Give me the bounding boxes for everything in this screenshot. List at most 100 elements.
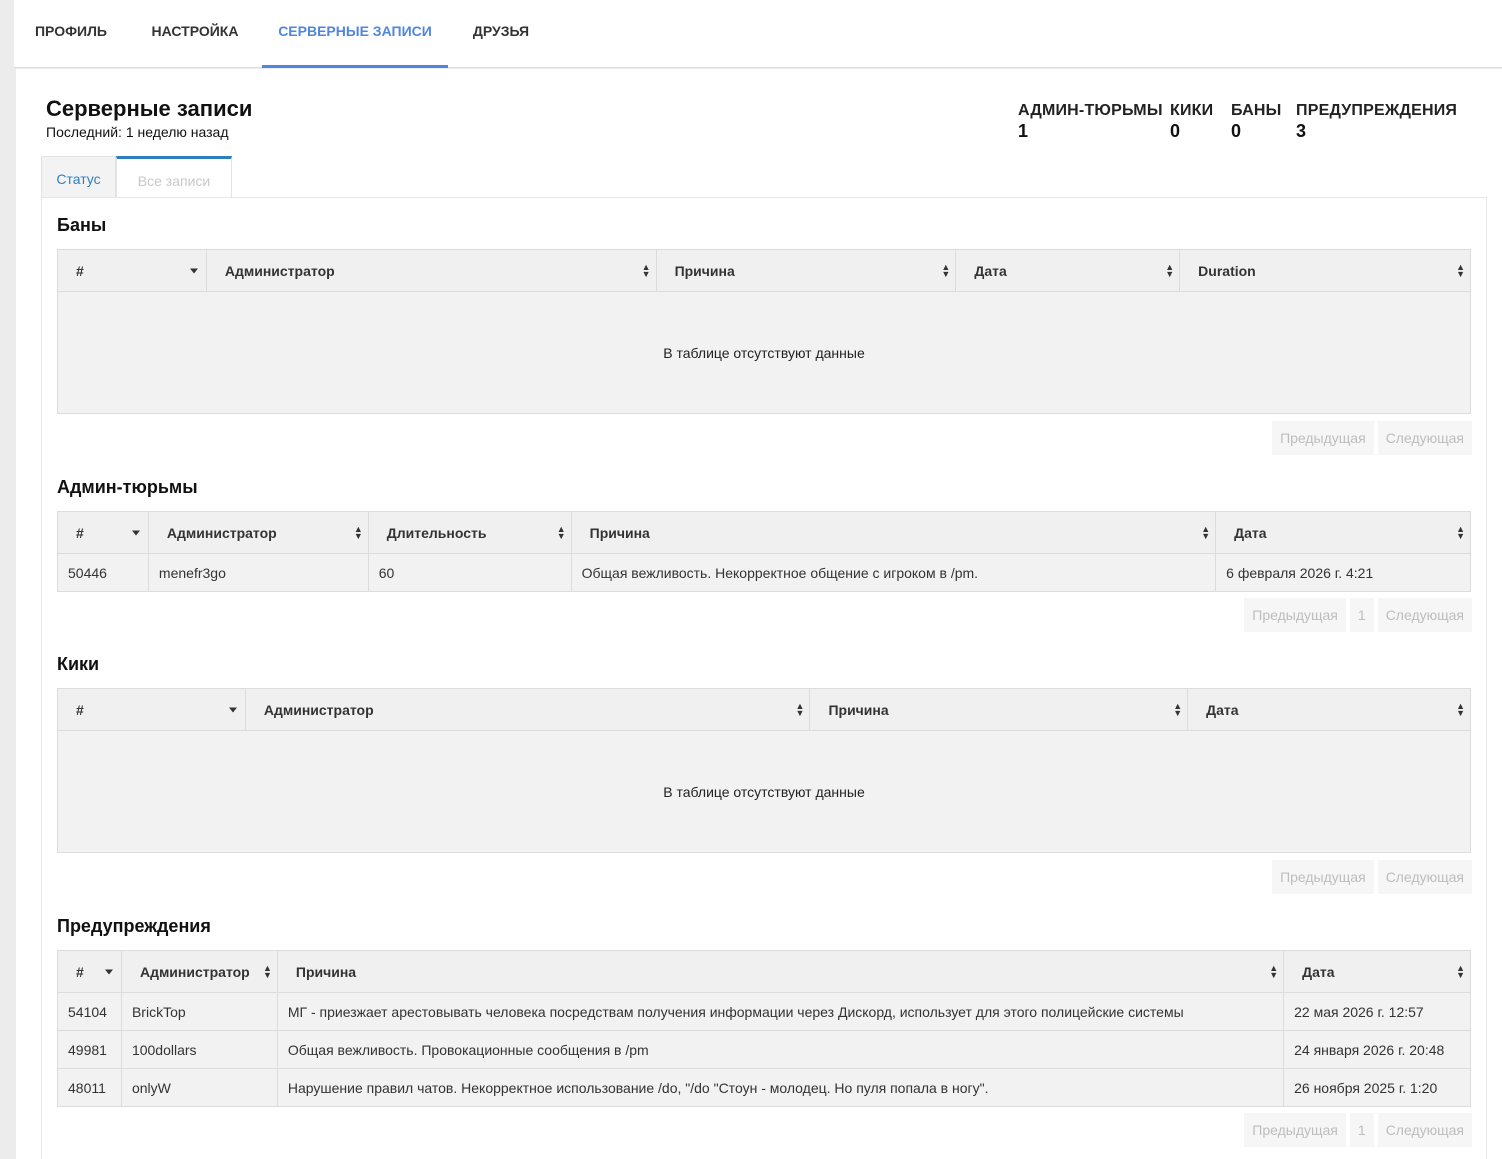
page-1-button[interactable]: 1: [1349, 598, 1374, 632]
column-label: #: [76, 701, 84, 718]
column-header-admin[interactable]: Администратор ▲ ▼: [120, 950, 278, 993]
column-label: Дата: [1302, 963, 1335, 980]
page-1-button[interactable]: 1: [1349, 1113, 1374, 1147]
column-label: Причина: [674, 262, 735, 279]
section-title-bans: Баны: [57, 215, 107, 235]
sort-icon: ▲ ▼: [556, 523, 566, 541]
column-label: Причина: [295, 963, 357, 980]
table-row: 54104 BrickTop МГ - приезжает арестовыва…: [57, 992, 1471, 1031]
column-label: #: [76, 262, 84, 279]
cell-reason: Общая вежливость. Провокационные сообщен…: [276, 1030, 1285, 1069]
column-header-reason[interactable]: Причина ▲ ▼: [276, 950, 1285, 993]
section-title-warnings: Предупреждения: [57, 916, 211, 936]
column-header-date[interactable]: Дата ▲ ▼: [1283, 950, 1471, 993]
cell-date: 6 февраля 2026 г. 4:21: [1215, 553, 1471, 592]
sort-icon: ▲ ▼: [353, 523, 363, 541]
tab-all-records[interactable]: Все записи: [116, 156, 232, 199]
bans-pagination: Предыдущая Следующая: [1272, 421, 1472, 455]
cell-admin: onlyW: [120, 1068, 278, 1107]
section-title-kicks: Кики: [57, 654, 100, 674]
cell-duration: 60: [367, 553, 572, 592]
kicks-table: # Администратор ▲ ▼ Причина ▲ ▼ Дата ▲ ▼ В таб…: [57, 688, 1471, 853]
admin-jails-table: # Администратор ▲ ▼ Длительность ▲ ▼ Причина…: [57, 511, 1471, 592]
prev-page-button[interactable]: Предыдущая: [1272, 421, 1374, 455]
column-header-date[interactable]: Дата ▲ ▼: [955, 249, 1181, 292]
stat-label: АДМИН-ТЮРЬМЫ: [1018, 102, 1163, 119]
stat-admin-jails: АДМИН-ТЮРЬМЫ 1: [1018, 102, 1163, 142]
prev-page-button[interactable]: Предыдущая: [1272, 860, 1374, 894]
column-header-admin[interactable]: Администратор ▲ ▼: [147, 511, 369, 554]
cell-date: 24 января 2026 г. 20:48: [1283, 1030, 1471, 1069]
cell-reason: МГ - приезжает арестовывать человека пос…: [276, 992, 1285, 1031]
column-header-admin[interactable]: Администратор ▲ ▼: [244, 688, 811, 731]
column-label: Duration: [1198, 262, 1256, 279]
sort-desc-icon: [189, 268, 198, 273]
stat-label: ПРЕДУПРЕЖДЕНИЯ: [1296, 102, 1458, 119]
nav-tab-settings[interactable]: НАСТРОЙКА: [136, 0, 254, 68]
stat-value: 0: [1231, 121, 1242, 141]
column-label: Причина: [828, 701, 889, 718]
column-label: #: [76, 524, 84, 541]
sort-icon: ▲ ▼: [1456, 261, 1465, 279]
sort-icon: ▲ ▼: [641, 261, 651, 279]
column-header-id[interactable]: #: [57, 511, 149, 554]
cell-id: 49981: [57, 1030, 122, 1069]
column-header-id[interactable]: #: [57, 688, 246, 731]
column-label: Дата: [1206, 701, 1239, 718]
next-page-button[interactable]: Следующая: [1377, 1113, 1472, 1147]
cell-id: 54104: [57, 992, 122, 1031]
page-title: Серверные записи: [46, 96, 253, 121]
nav-tab-server-records[interactable]: СЕРВЕРНЫЕ ЗАПИСИ: [262, 0, 448, 68]
sort-icon: ▲ ▼: [1456, 700, 1465, 718]
column-label: Администратор: [263, 701, 374, 718]
warnings-table: # Администратор ▲ ▼ Причина ▲ ▼ Дата ▲ ▼ 54104…: [57, 950, 1471, 1107]
table-row: 50446 menefr3go 60 Общая вежливость. Нек…: [57, 553, 1471, 592]
cell-id: 50446: [57, 553, 149, 592]
sort-icon: ▲ ▼: [1201, 523, 1211, 541]
table-row: 48011 onlyW Нарушение правил чатов. Неко…: [57, 1068, 1471, 1107]
sort-icon: ▲ ▼: [1269, 962, 1279, 980]
bans-table: # Администратор ▲ ▼ Причина ▲ ▼ Дата ▲ ▼ Durat…: [57, 249, 1471, 414]
sort-icon: ▲ ▼: [262, 962, 272, 980]
column-header-reason[interactable]: Причина ▲ ▼: [809, 688, 1189, 731]
column-header-date[interactable]: Дата ▲ ▼: [1187, 688, 1471, 731]
column-header-duration[interactable]: Duration ▲ ▼: [1179, 249, 1471, 292]
next-page-button[interactable]: Следующая: [1377, 860, 1472, 894]
sort-desc-icon: [131, 530, 140, 535]
prev-page-button[interactable]: Предыдущая: [1244, 1113, 1346, 1147]
column-label: Дата: [974, 262, 1007, 279]
warnings-pagination: Предыдущая 1 Следующая: [1244, 1113, 1472, 1147]
sort-icon: ▲ ▼: [1456, 962, 1465, 980]
sort-icon: ▲ ▼: [795, 700, 805, 718]
section-title-admin-jails: Админ-тюрьмы: [57, 477, 198, 497]
cell-admin: menefr3go: [147, 553, 369, 592]
stat-warnings: ПРЕДУПРЕЖДЕНИЯ 3: [1296, 102, 1457, 142]
cell-reason: Нарушение правил чатов. Некорректное исп…: [276, 1068, 1285, 1107]
cell-admin: 100dollars: [120, 1030, 278, 1069]
nav-tab-profile[interactable]: ПРОФИЛЬ: [14, 0, 128, 68]
column-label: Дата: [1234, 524, 1267, 541]
admin-jails-pagination: Предыдущая 1 Следующая: [1244, 598, 1472, 632]
next-page-button[interactable]: Следующая: [1377, 598, 1472, 632]
column-label: Причина: [589, 524, 650, 541]
sort-icon: ▲ ▼: [1165, 261, 1175, 279]
column-header-reason[interactable]: Причина ▲ ▼: [570, 511, 1217, 554]
prev-page-button[interactable]: Предыдущая: [1244, 598, 1346, 632]
sort-icon: ▲ ▼: [941, 261, 951, 279]
sort-desc-icon: [104, 969, 113, 974]
column-header-admin[interactable]: Администратор ▲ ▼: [205, 249, 657, 292]
nav-tab-friends[interactable]: ДРУЗЬЯ: [460, 0, 542, 68]
sort-icon: ▲ ▼: [1456, 523, 1465, 541]
table-row: 49981 100dollars Общая вежливость. Прово…: [57, 1030, 1471, 1069]
column-header-duration[interactable]: Длительность ▲ ▼: [367, 511, 572, 554]
sort-desc-icon: [228, 707, 237, 712]
stat-value: 3: [1296, 121, 1307, 141]
column-header-id[interactable]: #: [57, 249, 207, 292]
column-header-reason[interactable]: Причина ▲ ▼: [655, 249, 957, 292]
column-header-date[interactable]: Дата ▲ ▼: [1215, 511, 1471, 554]
column-header-id[interactable]: #: [57, 950, 122, 993]
column-label: #: [76, 963, 84, 980]
cell-id: 48011: [57, 1068, 122, 1107]
tab-status[interactable]: Статус: [41, 156, 116, 198]
next-page-button[interactable]: Следующая: [1377, 421, 1472, 455]
